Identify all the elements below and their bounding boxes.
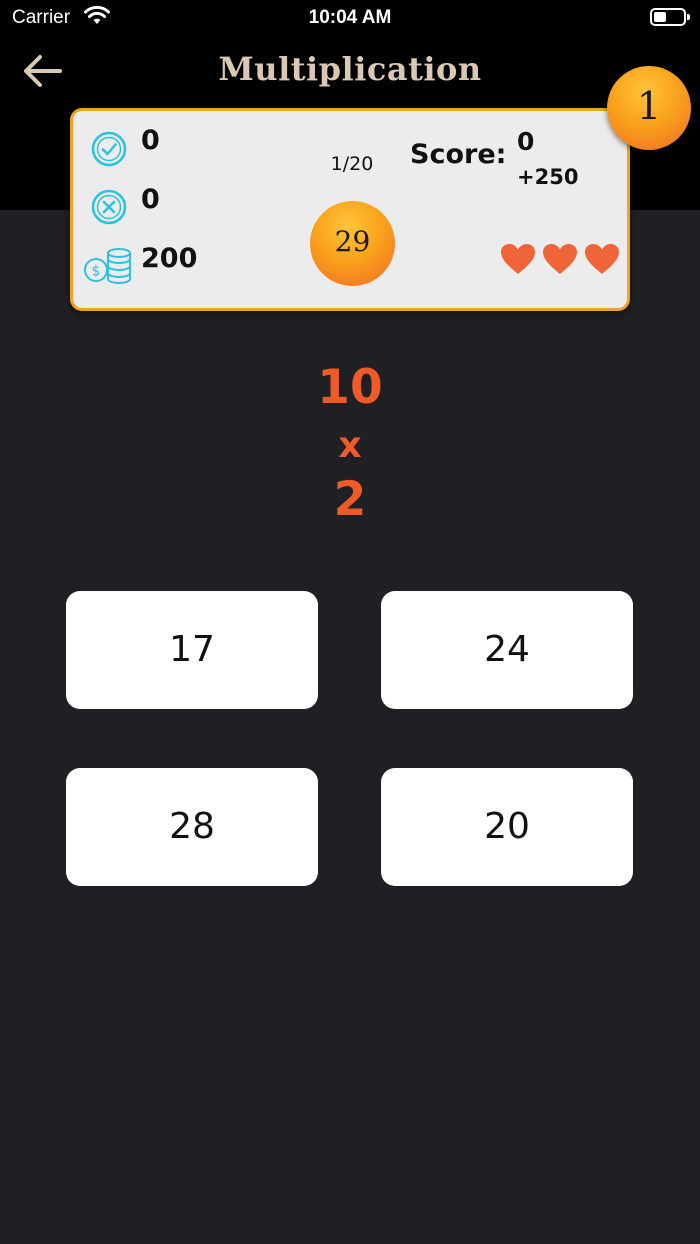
level-badge: 1 <box>607 66 691 150</box>
score-value: 0 <box>517 127 535 156</box>
check-circle-icon <box>91 131 127 167</box>
x-circle-icon <box>91 189 127 225</box>
timer-value: 29 <box>334 225 371 258</box>
score-label: Score: <box>410 139 507 170</box>
wrong-count: 0 <box>141 184 160 215</box>
answer-button[interactable]: 20 <box>381 768 633 886</box>
heart-icon <box>501 244 535 274</box>
question-progress: 1/20 <box>330 153 374 175</box>
heart-icon <box>543 244 577 274</box>
status-bar: Carrier 10:04 AM <box>0 0 700 40</box>
battery-icon <box>650 8 690 26</box>
countdown-timer: 29 <box>310 201 395 286</box>
page-title: Multiplication <box>218 50 482 88</box>
correct-count: 0 <box>141 125 160 156</box>
clock: 10:04 AM <box>308 7 392 28</box>
operand-a: 10 <box>317 360 383 415</box>
heart-icon <box>585 244 619 274</box>
operand-b: 2 <box>333 472 367 527</box>
coin-count: 200 <box>141 243 198 274</box>
level-number: 1 <box>636 84 662 128</box>
operator-symbol: x <box>338 425 362 466</box>
svg-text:$: $ <box>92 264 101 280</box>
answer-button[interactable]: 28 <box>66 768 318 886</box>
score-bonus: +250 <box>517 165 579 189</box>
answer-button[interactable]: 17 <box>66 591 318 709</box>
answer-button[interactable]: 24 <box>381 591 633 709</box>
stats-card: 0 0 $ 200 1/20 29 Score: 0 +250 <box>70 108 630 311</box>
coins-icon: $ <box>84 248 131 284</box>
